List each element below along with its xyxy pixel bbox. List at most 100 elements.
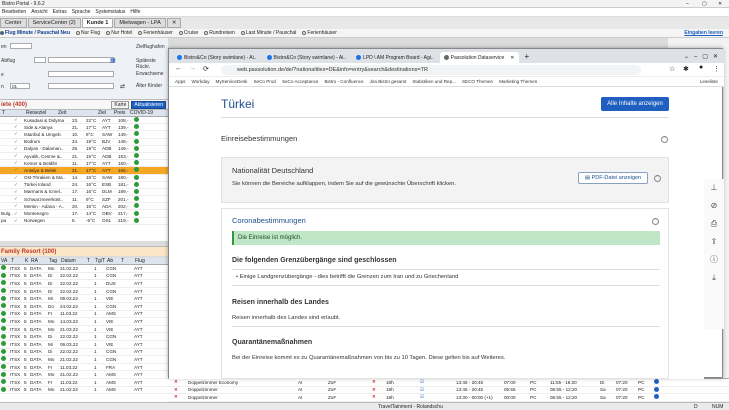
table-row[interactable]: ✓ Marmaris & Icmel.. 17. 16°C DLM 189,- (0, 188, 168, 197)
col-header[interactable]: Tag (48, 258, 60, 264)
departure-input[interactable] (34, 57, 46, 63)
checkbox-icon[interactable]: ☑ (420, 379, 456, 385)
col-header[interactable]: Ziel (98, 110, 114, 116)
entry-section-heading[interactable]: Einreisebestimmungen (221, 134, 297, 143)
table-row[interactable]: ✓ Türkei Inland 24. 16°C ESB 181,- (0, 181, 168, 189)
table-row[interactable]: Bulg.. ✓ Montenegro 17. 14°C OBV 217,- (0, 210, 168, 218)
bookmark-item[interactable]: Apps (175, 79, 185, 84)
calendar-icon[interactable]: ▦ (110, 57, 116, 64)
date-to-input[interactable] (48, 71, 114, 77)
maximize-icon[interactable]: ▢ (702, 1, 707, 7)
col-header[interactable]: VA (0, 258, 10, 264)
radio-selected[interactable]: Flug Minute / Pauschal Neu (0, 30, 70, 36)
col-header[interactable]: Datum (60, 258, 86, 264)
table-row[interactable]: ITSX 5 DATA Fr 11.03.22 1 AMS AYT (0, 310, 168, 319)
table-row[interactable]: ITSX 5 DATA Di 22.02.22 1 CGN AYT (0, 288, 168, 296)
table-row[interactable]: ✕ Doppelzimmer Economy AI ZoF ✕ 18h ☑ 13:45 - 2… (168, 379, 729, 387)
app-tab-active[interactable]: Kunde 1 (81, 18, 114, 28)
bookmark-item[interactable]: SeCo Prod (253, 79, 275, 84)
table-row[interactable]: pa ✓ Norwegen 5. -5°C OSL 219,- (0, 217, 168, 225)
table-row[interactable]: ✕ Doppelzimmer AI ZoF ✕ 18h ☑ 13:30 - 00:00 (+1… (168, 394, 729, 402)
table-row[interactable]: ✓ Ayvalik, Cesme &.. 21. 15°C ADB 153,- (0, 153, 168, 161)
map-button[interactable]: Karte (111, 100, 130, 109)
col-header[interactable]: Preis (114, 110, 130, 116)
close-icon[interactable]: ✕ (718, 1, 722, 7)
app-tab[interactable]: Mietwagen - LPA (114, 18, 166, 28)
col-header[interactable]: T (2, 110, 26, 116)
bookmark-item[interactable]: Bistro - Confluence (324, 79, 363, 84)
swap-icon[interactable]: ⇄ (120, 83, 125, 90)
col-header[interactable]: Reiseziel (26, 110, 58, 116)
bookmark-item[interactable]: MyServiceDesk (216, 79, 248, 84)
checkbox-icon[interactable]: ☑ (420, 394, 456, 400)
table-row[interactable]: ✓ Kemer & Beldibi 11. 17°C AYT 160,- (0, 160, 168, 168)
col-header[interactable]: T (120, 258, 134, 264)
pin-icon[interactable]: ⊥ (704, 179, 724, 197)
table-row[interactable]: ITSX 5 DATA Mo 21.02.22 1 AMS AYT (0, 371, 168, 379)
table-row[interactable]: ITSX 5 DATA Mo 21.02.22 1 CGN AYT (0, 356, 168, 364)
radio-option[interactable]: Ferienhäuser (302, 30, 337, 36)
clear-inputs-link[interactable]: Eingaben leeren (684, 30, 723, 36)
duration-input[interactable]: 01 (10, 83, 30, 89)
menu-item[interactable]: Sprache (72, 9, 91, 15)
bookmark-item[interactable]: Workday (191, 79, 209, 84)
table-row[interactable]: ITSX 5 DATA Mo 14.03.22 1 VIE AYT (0, 318, 168, 326)
menu-item[interactable]: Hilfe (130, 9, 140, 15)
minimize-icon[interactable]: – (686, 1, 689, 7)
table-row[interactable]: ITSX 5 DATA Fr 11.03.22 1 FRA AYT (0, 364, 168, 372)
origin-input[interactable] (10, 43, 32, 49)
table-row[interactable]: ITSX 5 DATA Di 22.02.22 1 CGN AYT (0, 272, 168, 281)
menu-item[interactable]: Bearbeiten (2, 9, 26, 15)
radio-option[interactable]: Nur Hotel (106, 30, 132, 36)
table-row[interactable]: ✓ Istanbul & Umgeb. 10. 8°C SAW 149,- (0, 131, 168, 139)
bookmark-item[interactable]: Jira Bistro gesamt (370, 79, 407, 84)
print-icon[interactable]: ⎙ (704, 215, 724, 233)
window-controls[interactable]: ⌄ – ▢ ✕ (684, 53, 718, 60)
download-icon[interactable]: ⤓ (704, 269, 724, 287)
collapse-icon[interactable]: ⌃ (654, 175, 661, 182)
collapse-icon[interactable]: ⌃ (661, 136, 668, 143)
corona-title[interactable]: Coronabestimmungen (232, 216, 306, 225)
table-row[interactable]: ✓ Kusadasi & Didyma 23. 22°C AYT 108,- (0, 117, 168, 125)
browser-tab[interactable]: Bistro&Co (Story swimlane) - Ai.. (173, 52, 261, 63)
app-tab-close[interactable]: ✕ (166, 18, 182, 28)
col-header[interactable]: Flug (134, 258, 150, 264)
col-header[interactable]: Zeit (58, 110, 98, 116)
bookmark-item[interactable]: Marketing Themen (499, 79, 537, 84)
table-row[interactable]: ITSX 5 DATA Mo 21.03.22 1 VIE AYT (0, 326, 168, 334)
menu-item[interactable]: Systemstatus (95, 9, 125, 15)
new-tab-icon[interactable]: + (525, 52, 530, 61)
table-row[interactable]: ✓ Antalya & Belek 21. 17°C AYT 165,- (0, 167, 168, 175)
app-tab[interactable]: ServiceCenter (2) (27, 18, 81, 28)
reload-icon[interactable]: ⟳ (203, 65, 209, 73)
url-field[interactable]: web.passolution.de/de/?nationalities=DE&… (221, 65, 641, 75)
checkbox-icon[interactable]: ☑ (420, 387, 456, 393)
table-row[interactable]: ITSX 5 DATA Di 22.02.22 1 DUS AYT (0, 280, 168, 288)
table-row[interactable]: ITSX 5 DATA Fr 11.03.22 1 AMS AYT (0, 379, 168, 387)
table-row[interactable]: ✓ Side & Alanya 21. 17°C AYT 139,- (0, 124, 168, 132)
bookmark-item[interactable]: Leseliste (700, 79, 718, 84)
table-row[interactable]: ✓ Dalyan - Dalaman.. 25. 19°C ADB 149,- (0, 145, 168, 153)
info-icon[interactable]: ⓘ (704, 251, 724, 269)
hide-icon[interactable]: ⊘ (704, 197, 724, 215)
share-icon[interactable]: ⇪ (704, 233, 724, 251)
col-header[interactable]: T (10, 258, 24, 264)
info-icon[interactable] (654, 379, 659, 385)
col-header[interactable]: Ab (106, 258, 120, 264)
browser-tab[interactable]: Bistro&Co (Story swimlane) - Ai.. (263, 52, 351, 63)
table-row[interactable]: ITSX 5 DATA Di 22.02.22 1 CGN AYT (0, 348, 168, 357)
browser-tab-active[interactable]: Passolution Dataservice ✕ (439, 52, 519, 63)
radio-option[interactable]: Nur Flug (76, 30, 100, 36)
back-icon[interactable]: ← (175, 65, 182, 72)
table-row[interactable]: ITSX 5 DATA Mi 09.03.22 1 VIE AYT (0, 341, 168, 349)
info-icon[interactable] (654, 386, 659, 392)
pdf-button[interactable]: ▤ PDF-Datei anzeigen (578, 172, 648, 184)
radio-option[interactable]: Rundreisen (204, 30, 235, 36)
col-header[interactable]: Tg/T (94, 258, 106, 264)
duration-select[interactable] (48, 83, 114, 89)
bookmark-item[interactable]: SeCo Acceptance (282, 79, 319, 84)
date-input[interactable] (48, 57, 114, 63)
show-all-button[interactable]: Alle Inhalte anzeigen (601, 97, 669, 111)
table-row[interactable]: ✕ Doppelzimmer AI ZoF ✕ 18h ☑ 13:45 - 20:45 05:5… (168, 386, 729, 394)
app-tab[interactable]: Center (0, 18, 27, 28)
